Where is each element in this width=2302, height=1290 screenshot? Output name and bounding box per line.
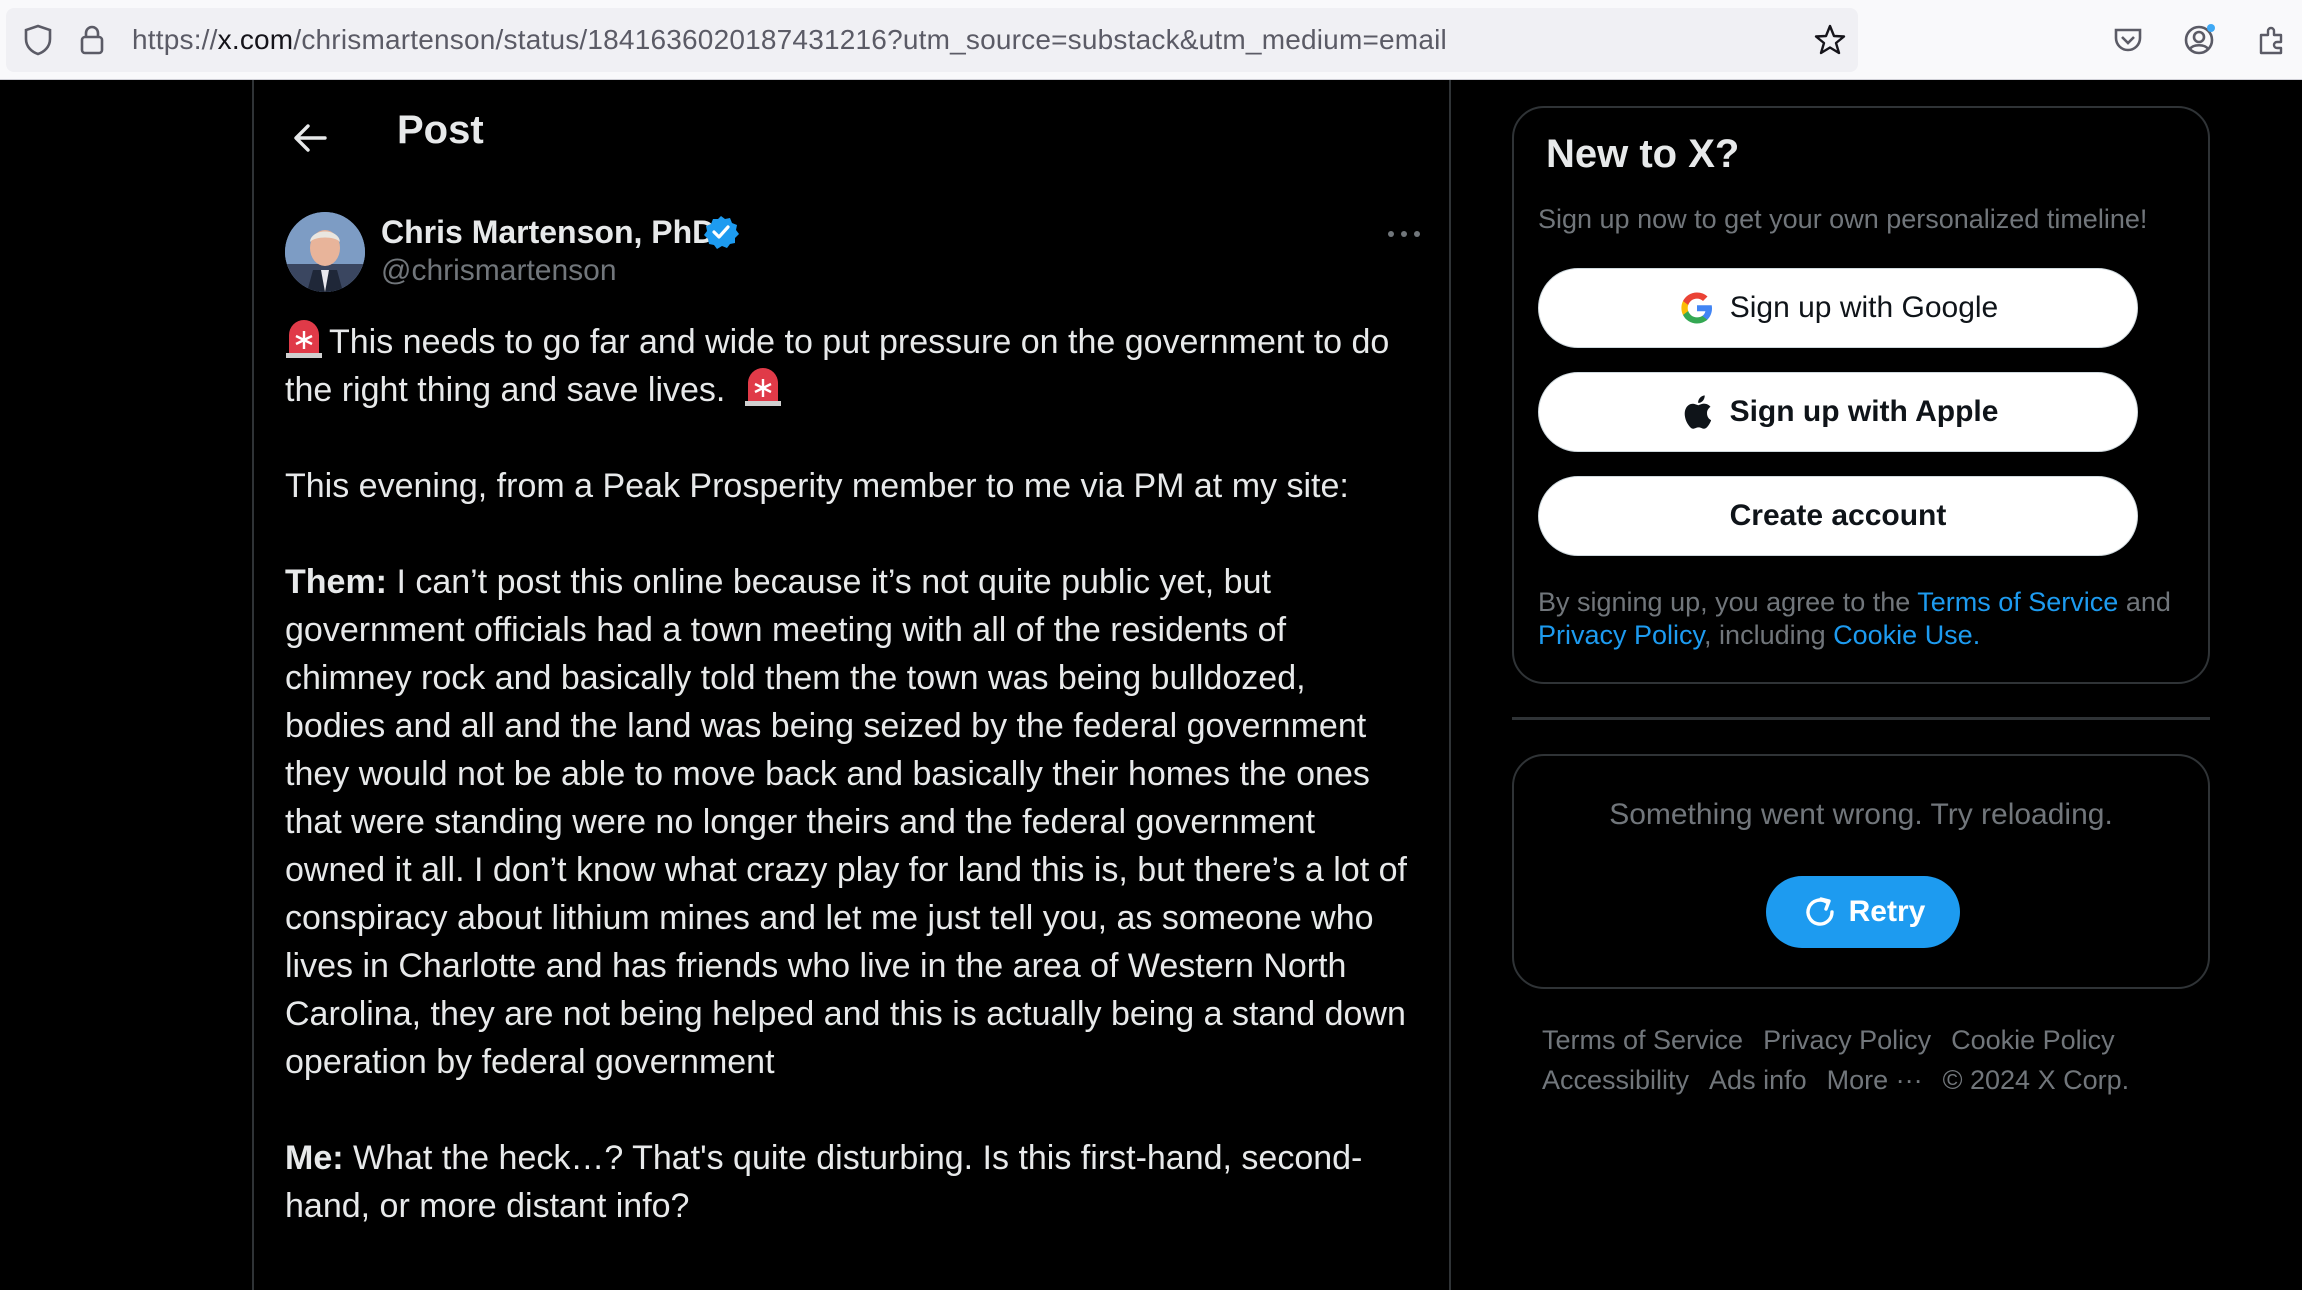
apple-icon	[1678, 393, 1716, 431]
sidebar-footer: Terms of Service Privacy Policy Cookie Pol…	[1542, 1020, 2222, 1100]
avatar[interactable]	[285, 212, 365, 292]
signup-subtitle: Sign up now to get your own personalized…	[1538, 204, 2148, 234]
footer-privacy-link[interactable]: Privacy Policy	[1763, 1025, 1931, 1055]
extensions-icon[interactable]	[2254, 22, 2290, 58]
browser-toolbar: https://x.com/chrismartenson/status/1841…	[0, 0, 2302, 80]
retry-button[interactable]: Retry	[1766, 876, 1960, 948]
url-bar[interactable]: https://x.com/chrismartenson/status/1841…	[6, 8, 1858, 72]
tweet-author: Chris Martenson, PhD @chrismartenson	[285, 212, 1435, 296]
post-header: Post	[254, 80, 1449, 186]
url-scheme: https://	[132, 24, 218, 55]
retry-label: Retry	[1848, 895, 1926, 928]
them-label: Them:	[285, 563, 387, 601]
author-handle[interactable]: @chrismartenson	[381, 254, 617, 288]
cookie-use-link[interactable]: Cookie Use.	[1833, 620, 1980, 650]
apple-button-label: Sign up with Apple	[1729, 395, 1999, 428]
account-icon[interactable]	[2182, 22, 2218, 58]
author-name[interactable]: Chris Martenson, PhD	[381, 214, 715, 251]
google-icon	[1678, 289, 1716, 327]
pocket-icon[interactable]	[2110, 22, 2146, 58]
terms-of-service-link[interactable]: Terms of Service	[1917, 587, 2118, 617]
privacy-policy-link[interactable]: Privacy Policy	[1538, 620, 1704, 650]
signup-apple-button[interactable]: Sign up with Apple	[1538, 372, 2138, 452]
tweet-paragraph-them: Them: I can’t post this online because i…	[285, 558, 1415, 1086]
footer-cookie-link[interactable]: Cookie Policy	[1951, 1025, 2115, 1055]
back-button[interactable]	[284, 112, 336, 164]
tweet-intro-text: This needs to go far and wide to put pre…	[285, 323, 1390, 409]
verified-badge-icon[interactable]	[703, 214, 739, 250]
more-horizontal-icon	[1388, 231, 1420, 237]
me-label: Me:	[285, 1139, 344, 1177]
siren-emoji-icon	[745, 368, 782, 406]
tweet-text: This needs to go far and wide to put pre…	[285, 318, 1415, 1278]
url-host: x.com	[217, 24, 294, 55]
create-account-button[interactable]: Create account	[1538, 476, 2138, 556]
footer-row-2: Accessibility Ads info More ··· © 2024 X Co…	[1542, 1060, 2222, 1100]
lock-icon[interactable]	[74, 22, 110, 58]
legal-including: , including	[1704, 620, 1834, 650]
footer-more-link[interactable]: More ···	[1827, 1065, 1923, 1095]
trends-error-card: Something went wrong. Try reloading. Ret…	[1512, 754, 2210, 989]
signup-title: New to X?	[1546, 132, 1740, 176]
right-column-divider	[1449, 80, 1451, 1290]
siren-emoji-icon	[286, 320, 322, 358]
arrow-left-icon	[294, 124, 327, 152]
url-text[interactable]: https://x.com/chrismartenson/status/1841…	[132, 8, 1447, 72]
more-options-button[interactable]	[1380, 216, 1428, 252]
footer-terms-link[interactable]: Terms of Service	[1542, 1025, 1743, 1055]
signup-legal-text: By signing up, you agree to the Terms of…	[1538, 586, 2198, 652]
bookmark-star-icon[interactable]	[1812, 22, 1848, 58]
footer-row-1: Terms of Service Privacy Policy Cookie Pol…	[1542, 1020, 2222, 1060]
sidebar-separator	[1512, 717, 2210, 720]
url-path: /chrismartenson/status/18416360201874312…	[293, 24, 1447, 55]
google-button-label: Sign up with Google	[1729, 291, 1999, 324]
page-title: Post	[397, 108, 484, 152]
error-message: Something went wrong. Try reloading.	[1609, 798, 2113, 831]
footer-copyright: © 2024 X Corp.	[1942, 1065, 2130, 1095]
tweet-paragraph-context: This evening, from a Peak Prosperity mem…	[285, 467, 1349, 505]
legal-prefix: By signing up, you agree to the	[1538, 587, 1918, 617]
left-column-divider	[252, 80, 254, 1290]
footer-accessibility-link[interactable]: Accessibility	[1542, 1065, 1689, 1095]
create-account-label: Create account	[1729, 499, 1947, 532]
footer-ads-info-link[interactable]: Ads info	[1709, 1065, 1807, 1095]
tweet-paragraph-intro: This needs to go far and wide to put pre…	[285, 318, 1415, 414]
me-text: What the heck…? That's quite disturbing.…	[285, 1139, 1363, 1225]
shield-icon[interactable]	[20, 22, 56, 58]
signup-card: New to X? Sign up now to get your own pe…	[1512, 106, 2210, 684]
tweet-paragraph-me: Me: What the heck…? That's quite disturb…	[285, 1134, 1415, 1230]
signup-google-button[interactable]: Sign up with Google	[1538, 268, 2138, 348]
refresh-icon	[1806, 897, 1834, 926]
legal-and: and	[2118, 587, 2171, 617]
them-text: I can’t post this online because it’s no…	[285, 563, 1407, 1081]
